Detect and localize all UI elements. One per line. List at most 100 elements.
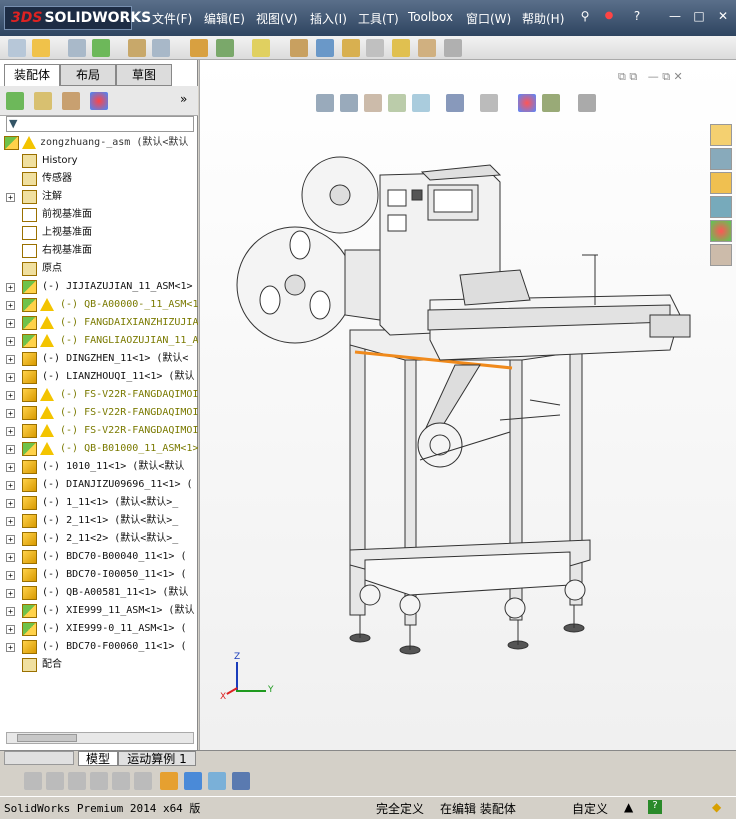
tree-item[interactable]: + (-) FANGLIAOZUJIAN_11_A (0, 332, 198, 350)
tree-item[interactable]: + (-) QB-B01000_11_ASM<1> (0, 440, 198, 458)
filter-input[interactable]: ▼ (6, 116, 194, 132)
expand-icon[interactable]: + (6, 607, 15, 616)
tree-item[interactable]: 右视基准面 (0, 242, 198, 260)
tree-item[interactable]: + (-) 1_11<1> (默认<默认>_ (0, 494, 198, 512)
property-manager-icon[interactable] (34, 92, 52, 110)
tree-item[interactable]: + 注解 (0, 188, 198, 206)
tree-item[interactable]: + (-) FS-V22R-FANGDAQIMOI (0, 386, 198, 404)
expand-icon[interactable]: + (6, 571, 15, 580)
tree-item[interactable]: + (-) BDC70-B00040_11<1> ( (0, 548, 198, 566)
tab-motion-study[interactable]: 运动算例 1 (118, 751, 196, 766)
pattern-icon[interactable] (216, 39, 234, 57)
expand-icon[interactable]: + (6, 319, 15, 328)
expand-icon[interactable]: + (6, 535, 15, 544)
tool-icon-6[interactable] (134, 772, 152, 790)
units-up-icon[interactable]: ▲ (624, 800, 633, 814)
tree-item[interactable]: + (-) LIANZHOUQI_11<1> (默认 (0, 368, 198, 386)
expand-icon[interactable]: + (6, 427, 15, 436)
menu-window[interactable]: 窗口(W) (466, 10, 511, 27)
expand-icon[interactable]: + (6, 463, 15, 472)
menu-file[interactable]: 文件(F) (152, 10, 192, 27)
tree-item[interactable]: 配合 (0, 656, 198, 674)
feature-manager-icon[interactable] (6, 92, 24, 110)
bom-icon[interactable] (392, 39, 410, 57)
expand-icon[interactable]: + (6, 409, 15, 418)
explode-icon[interactable] (342, 39, 360, 57)
tree-item[interactable]: History (0, 152, 198, 170)
tree-item[interactable]: + (-) 2_11<1> (默认<默认>_ (0, 512, 198, 530)
tool-icon-3[interactable] (68, 772, 86, 790)
tree-item[interactable]: + (-) BDC70-F00060_11<1> ( (0, 638, 198, 656)
assembly-features-icon[interactable] (316, 39, 334, 57)
tree-root[interactable]: zongzhuang-_asm (默认<默认 (0, 134, 198, 152)
move-component-icon[interactable] (290, 39, 308, 57)
menu-view[interactable]: 视图(V) (256, 10, 298, 27)
mate-icon[interactable] (190, 39, 208, 57)
new-doc-icon[interactable] (8, 39, 26, 57)
open-folder-icon[interactable] (32, 39, 50, 57)
menu-tools[interactable]: 工具(T) (358, 10, 399, 27)
menu-edit[interactable]: 编辑(E) (204, 10, 245, 27)
expand-icon[interactable]: + (6, 445, 15, 454)
tree-item[interactable]: 上视基准面 (0, 224, 198, 242)
machine-model[interactable] (200, 60, 736, 750)
tab-scroll-arrows[interactable] (4, 751, 74, 765)
tree-item[interactable]: + (-) DIANJIZU09696_11<1> ( (0, 476, 198, 494)
expand-icon[interactable]: + (6, 625, 15, 634)
traffic-light-icon[interactable]: ● (600, 8, 618, 24)
minimize-button[interactable]: — (666, 8, 684, 24)
help-button[interactable]: ? (628, 8, 646, 24)
tree-item[interactable]: + (-) XIE999-0_11_ASM<1> ( (0, 620, 198, 638)
screen-capture-icon[interactable] (232, 772, 250, 790)
tool-icon-4[interactable] (90, 772, 108, 790)
expand-icon[interactable]: + (6, 517, 15, 526)
interference-icon[interactable] (366, 39, 384, 57)
expand-panel-icon[interactable]: » (180, 92, 187, 106)
expand-icon[interactable]: + (6, 553, 15, 562)
tool-icon-1[interactable] (24, 772, 42, 790)
expand-icon[interactable]: + (6, 337, 15, 346)
tree-item[interactable]: + (-) 2_11<2> (默认<默认>_ (0, 530, 198, 548)
pin-icon[interactable]: ⚲ (576, 8, 594, 24)
view-icon[interactable] (152, 39, 170, 57)
tool-icon-5[interactable] (112, 772, 130, 790)
tree-item[interactable]: + (-) XIE999_11_ASM<1> (默认 (0, 602, 198, 620)
expand-icon[interactable]: + (6, 373, 15, 382)
expand-icon[interactable]: + (6, 499, 15, 508)
expand-icon[interactable]: + (6, 643, 15, 652)
tree-item[interactable]: + (-) DINGZHEN_11<1> (默认< (0, 350, 198, 368)
tab-model[interactable]: 模型 (78, 751, 118, 766)
menu-help[interactable]: 帮助(H) (522, 10, 564, 27)
display-manager-icon[interactable] (90, 92, 108, 110)
config-manager-icon[interactable] (62, 92, 80, 110)
tree-item[interactable]: + (-) 1010_11<1> (默认<默认 (0, 458, 198, 476)
status-units[interactable]: 自定义 (572, 800, 608, 817)
insert-component-icon[interactable] (128, 39, 146, 57)
tree-item[interactable]: + (-) QB-A00581_11<1> (默认 (0, 584, 198, 602)
expand-icon[interactable]: + (6, 589, 15, 598)
tool-icon-2[interactable] (46, 772, 64, 790)
tab-sketch[interactable]: 草图 (116, 64, 172, 86)
tree-item[interactable]: + (-) JIJIAZUJIAN_11_ASM<1> (0, 278, 198, 296)
expand-icon[interactable]: + (6, 481, 15, 490)
tree-item[interactable]: + (-) BDC70-I00050_11<1> ( (0, 566, 198, 584)
smart-fastener-icon[interactable] (252, 39, 270, 57)
restore-button[interactable]: □ (690, 8, 708, 24)
tag-icon[interactable]: ◆ (712, 800, 721, 814)
table-icon[interactable] (208, 772, 226, 790)
tree-item[interactable]: 原点 (0, 260, 198, 278)
expand-icon[interactable]: + (6, 355, 15, 364)
expand-icon[interactable]: + (6, 391, 15, 400)
tree-item[interactable]: + (-) FS-V22R-FANGDAQIMOI (0, 404, 198, 422)
dimension-icon[interactable] (160, 772, 178, 790)
menu-toolbox[interactable]: Toolbox (408, 10, 453, 24)
component-icon[interactable] (92, 39, 110, 57)
expand-icon[interactable]: + (6, 193, 15, 202)
tree-item[interactable]: + (-) FS-V22R-FANGDAQIMOI (0, 422, 198, 440)
options-icon[interactable] (444, 39, 462, 57)
tree-item[interactable]: 前视基准面 (0, 206, 198, 224)
scrollbar-thumb[interactable] (17, 734, 77, 742)
help-icon[interactable]: ? (648, 800, 662, 814)
solidworks-logo[interactable]: 3DS SOLIDWORKS (4, 6, 151, 30)
paperclip-icon[interactable] (68, 39, 86, 57)
